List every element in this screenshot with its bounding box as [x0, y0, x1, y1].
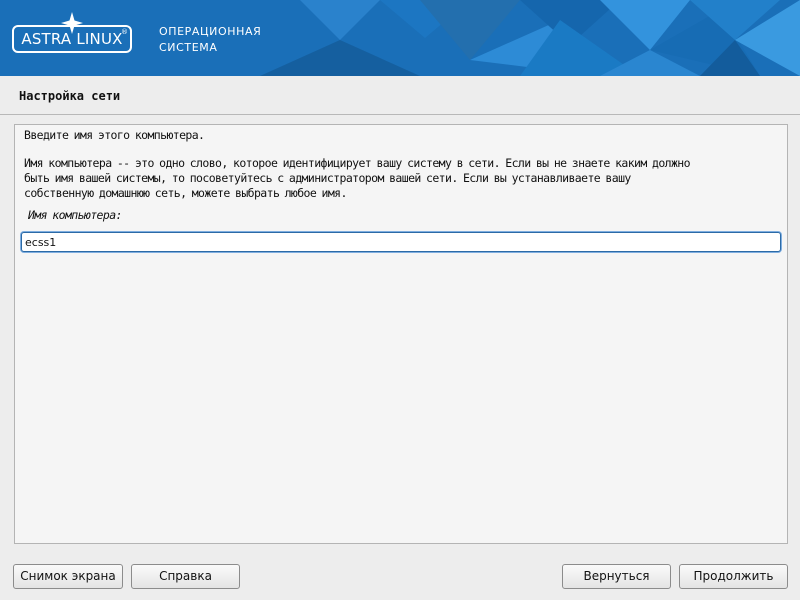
header-banner: ASTRA LINUX ® ОПЕРАЦИОННАЯ СИСТЕМА: [0, 0, 800, 76]
description-line-3: собственную домашнюю сеть, можете выбрат…: [24, 186, 347, 200]
screenshot-button[interactable]: Снимок экрана: [13, 564, 123, 589]
hostname-label: Имя компьютера:: [28, 208, 122, 222]
help-button[interactable]: Справка: [131, 564, 240, 589]
hostname-input[interactable]: [21, 232, 781, 252]
banner-tagline: ОПЕРАЦИОННАЯ СИСТЕМА: [159, 24, 261, 56]
star-icon: [61, 12, 83, 34]
page-title: Настройка сети: [19, 89, 121, 103]
continue-button[interactable]: Продолжить: [679, 564, 788, 589]
title-divider: [0, 114, 800, 115]
description-line-1: Имя компьютера -- это одно слово, которо…: [24, 156, 691, 170]
description-line-2: быть имя вашей системы, то посоветуйтесь…: [24, 171, 631, 185]
tagline-line-2: СИСТЕМА: [159, 41, 218, 54]
tagline-line-1: ОПЕРАЦИОННАЯ: [159, 25, 262, 38]
content-panel: Введите имя этого компьютера. Имя компью…: [14, 124, 788, 544]
back-button[interactable]: Вернуться: [562, 564, 671, 589]
prompt-text: Введите имя этого компьютера.: [24, 128, 205, 142]
logo-trademark: ®: [121, 28, 128, 36]
